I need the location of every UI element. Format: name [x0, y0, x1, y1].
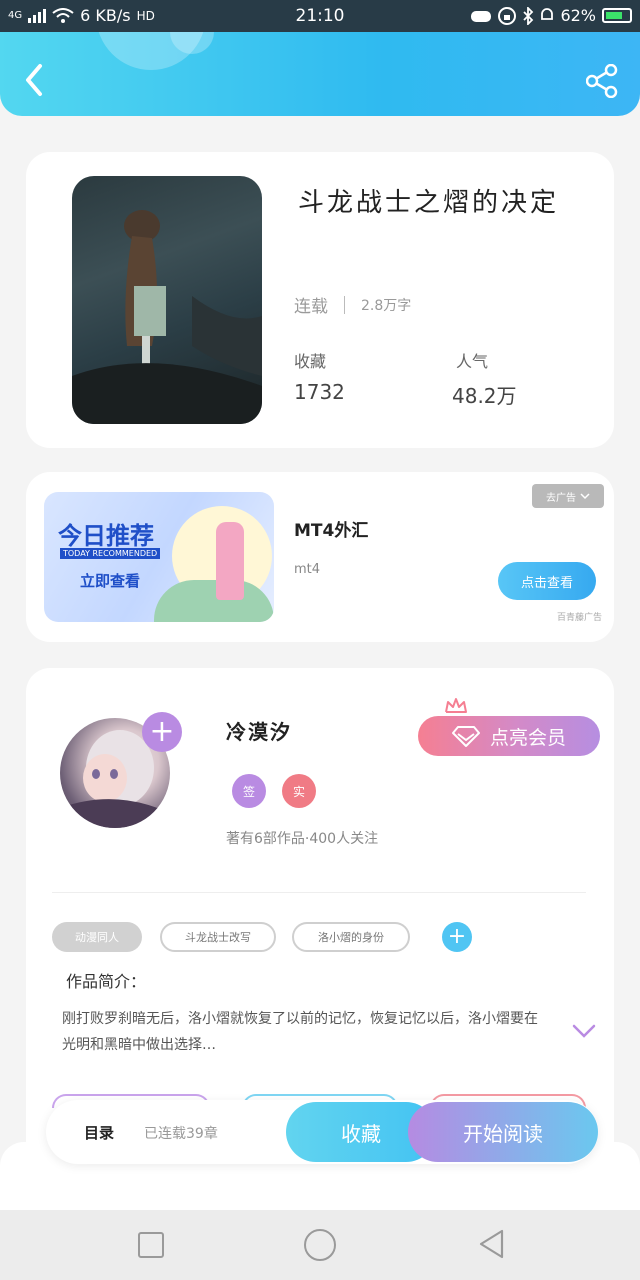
remove-ad-label: 去广告	[546, 492, 576, 504]
tag-item[interactable]: 洛小熠的身份	[292, 922, 410, 952]
recents-button[interactable]	[138, 1232, 164, 1258]
gamepad-icon	[471, 10, 492, 22]
add-tag-button[interactable]: +	[442, 922, 472, 952]
vip-label: 点亮会员	[489, 726, 566, 749]
ad-view-button[interactable]: 点击查看	[498, 562, 596, 600]
intro-text: 刚打败罗刹暗无后，洛小熠就恢复了以前的记忆，恢复记忆以后，洛小熠要在光明和黑暗中…	[62, 1011, 538, 1053]
banner-subtitle: TODAY RECOMMENDED	[60, 548, 161, 559]
divider	[344, 295, 345, 314]
ad-card[interactable]: 今日推荐 TODAY RECOMMENDED 立即查看 MT4外汇 mt4 去广…	[26, 472, 614, 642]
intro-title: 作品简介：	[66, 972, 147, 991]
battery-icon	[602, 8, 632, 23]
book-cover-image[interactable]	[72, 176, 262, 424]
section-divider	[52, 892, 586, 893]
popularity-label: 人气	[456, 352, 489, 371]
banner-cta: 立即查看	[80, 572, 141, 590]
tag-item[interactable]: 斗龙战士改写	[160, 922, 276, 952]
ad-source: 百青藤广告	[556, 613, 602, 623]
ad-title: MT4外汇	[294, 521, 369, 541]
home-button[interactable]	[304, 1229, 336, 1261]
book-meta: 连载 2.8万字	[294, 292, 411, 317]
ad-subtitle: mt4	[294, 562, 321, 577]
diamond-icon	[451, 726, 480, 747]
remove-ad-button[interactable]: 去广告	[532, 484, 604, 508]
author-name: 冷漠汐	[226, 720, 292, 744]
toc-button[interactable]: 目录	[84, 1122, 114, 1143]
favorites-value: 1732	[294, 380, 345, 404]
signed-badge: 签	[232, 774, 266, 808]
bluetooth-icon	[523, 6, 534, 25]
banner-title: 今日推荐	[58, 522, 154, 550]
verified-badge: 实	[282, 774, 316, 808]
start-reading-button[interactable]: 开始阅读	[408, 1102, 598, 1162]
ad-banner-image[interactable]: 今日推荐 TODAY RECOMMENDED 立即查看	[44, 492, 274, 622]
battery-percent: 62%	[560, 6, 596, 25]
banner-grass	[154, 580, 274, 622]
share-button[interactable]	[585, 63, 618, 99]
share-icon	[585, 63, 618, 99]
lock-icon	[498, 6, 517, 25]
chapter-count: 已连载39章	[144, 1126, 218, 1142]
chevron-down-icon	[580, 493, 590, 500]
back-nav-icon[interactable]	[478, 1228, 506, 1260]
popularity-value: 48.2万	[452, 384, 517, 408]
follow-button[interactable]: +	[142, 712, 182, 752]
book-title: 斗龙战士之熠的决定	[298, 188, 560, 218]
word-count: 2.8万字	[361, 297, 412, 314]
chevron-left-icon	[26, 64, 42, 96]
vip-button[interactable]: 点亮会员	[418, 716, 600, 756]
status-bar: 4G 6 KB/s HD 21:10 62%	[0, 0, 640, 32]
serial-status: 连载	[294, 297, 328, 317]
mute-icon	[541, 7, 554, 20]
book-info-card: 斗龙战士之熠的决定 连载 2.8万字 收藏 1732 人气 48.2万	[26, 152, 614, 448]
crown-icon	[445, 698, 467, 713]
favorites-label: 收藏	[294, 352, 327, 371]
tag-item[interactable]: 动漫同人	[52, 922, 142, 952]
system-nav-bar	[0, 1210, 640, 1280]
back-button[interactable]	[22, 60, 48, 100]
author-info: 著有6部作品·400人关注	[226, 831, 379, 847]
expand-chevron-icon[interactable]	[572, 1024, 596, 1038]
banner-girl	[216, 522, 244, 600]
